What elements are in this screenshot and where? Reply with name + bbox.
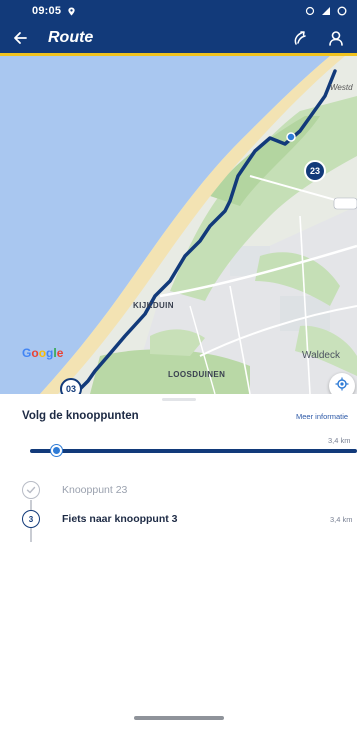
person-icon[interactable] <box>325 27 347 49</box>
step-distance: 3,4 km <box>330 515 353 524</box>
arrow-left-icon[interactable] <box>0 21 40 55</box>
map-label-loosduinen: LOOSDUINEN <box>168 370 226 379</box>
wifi-off-icon <box>305 6 315 16</box>
checkmark-icon <box>22 481 40 499</box>
location-pin-icon <box>67 6 76 16</box>
home-indicator[interactable] <box>134 716 224 720</box>
sheet-title: Volg de knooppunten <box>22 410 139 422</box>
route-progress-knob[interactable] <box>50 445 62 456</box>
step-label: Fiets naar knooppunt 3 <box>62 513 178 525</box>
step-label: Knooppunt 23 <box>62 484 128 496</box>
total-distance: 3,4 km <box>328 436 351 445</box>
google-logo: Google <box>22 346 64 360</box>
sheet-handle[interactable] <box>162 398 196 401</box>
status-time: 09:05 <box>32 5 62 17</box>
route-progress-bar <box>30 449 357 453</box>
app-bar: Route <box>0 22 357 56</box>
battery-icon <box>337 6 347 16</box>
node-number-badge: 3 <box>22 510 40 528</box>
map-label-kijkduin: KIJKDUIN <box>133 301 174 310</box>
signal-icon <box>321 6 331 16</box>
node-23-marker[interactable]: 23 <box>304 160 326 182</box>
map-label-waldeck: Waldeck <box>302 350 340 361</box>
step-fiets-naar-knooppunt-3[interactable]: 3 Fiets naar knooppunt 3 <box>22 510 178 528</box>
step-connector <box>30 500 32 510</box>
map-canvas <box>0 56 357 394</box>
route-map[interactable]: 23 KIJKDUIN LOOSDUINEN <box>0 56 357 394</box>
step-knooppunt-23[interactable]: Knooppunt 23 <box>22 481 127 499</box>
more-info-link[interactable]: Meer informatie <box>296 412 348 421</box>
map-label-westd: Westd <box>330 83 353 92</box>
page-title: Route <box>48 28 94 46</box>
step-connector <box>30 528 32 542</box>
status-bar: 09:05 <box>0 0 357 22</box>
share-route-icon[interactable] <box>289 27 311 49</box>
crosshair-icon <box>335 377 349 396</box>
route-sheet: Volg de knooppunten Meer informatie 3,4 … <box>0 394 357 749</box>
